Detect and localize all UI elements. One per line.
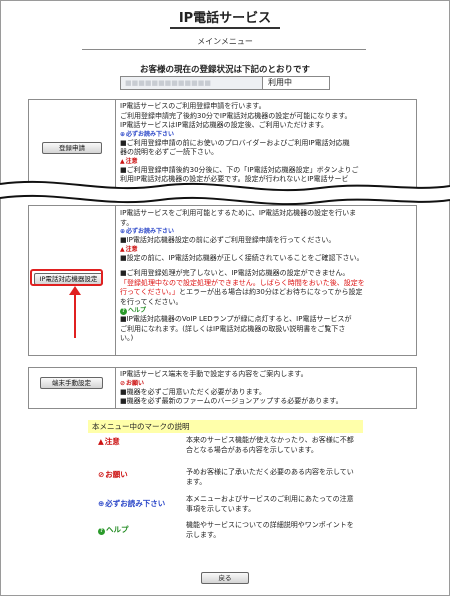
help-icon: ヘルプ [98,526,129,535]
legend-heading: 本メニュー中のマークの説明 [88,420,363,433]
device-line: い。) [120,334,134,342]
legend-row-warning: 注意 本来のサービス機能が使えなかったり、お客様に不都合となる場合がある内容を示… [88,436,363,468]
register-line: 器の説明を必ずご一読下さい。 [120,148,218,156]
manual-line: ■機器を必ずご用意いただく必要があります。 [120,387,266,396]
status-table: ■■■■■■■■■■■■■ 利用中 [120,76,330,90]
manual-description: IP電話サービス端末を手動で設定する内容をご案内します。 お願い ■機器を必ずご… [120,370,413,407]
register-line: ■ご利用登録申請後約30分後に、下の「IP電話対応機器設定」ボタンよりご [120,165,359,174]
register-button[interactable]: 登録申請 [42,142,102,154]
legend-description: 機能やサービスについての詳細説明やワンポイントを示します。 [186,521,354,539]
main-menu-label: メインメニュー [197,37,253,46]
warning-icon: 注意 [120,158,413,166]
legend-row-help: ヘルプ 機能やサービスについての詳細説明やワンポイントを示します。 [88,520,363,542]
header-divider [82,49,366,50]
manual-section: 端末手動設定 IP電話サービス端末を手動で設定する内容をご案内します。 お願い … [28,367,417,409]
help-icon: ヘルプ [120,307,413,315]
legend-row-request: お願い 予めお客様に了承いただく必要のある内容を示しています。 [88,468,363,491]
request-icon: お願い [98,471,128,479]
device-line: ■ご利用登録処理が完了しないと、IP電話対応機器の設定ができません。 [120,269,350,277]
device-description: IP電話サービスをご利用可能とするために、IP電話対応機器の設定を行いま す。 … [120,209,413,344]
legend-description: 予めお客様に了承いただく必要のある内容を示しています。 [186,468,354,486]
device-line: す。 [120,218,134,227]
mark-legend: 本メニュー中のマークの説明 注意 本来のサービス機能が使えなかったり、お客様に不… [88,420,363,546]
wave-break [0,180,450,206]
legend-description: 本来のサービス機能が使えなかったり、お客様に不都合となる場合がある内容を示してい… [186,436,354,454]
status-heading: お客様の現在の登録状況は下記のとおりです [139,65,310,75]
arrow-shaft [74,290,76,338]
error-message: 「登録処理中なので設定処理ができません。しばらく時間をおいた後、設定を [120,278,365,287]
register-line: IP電話サービスのご利用登録申請を行います。 [120,102,266,110]
device-line: ■IP電話対応機器設定の前に必ずご利用登録申請を行ってください。 [120,236,336,244]
device-line: ご利用になれます。(詳しくはIP電話対応機器の取扱い説明書をご覧下さ [120,324,346,333]
mustread-icon: 必ずお読み下さい [120,131,413,139]
manual-settings-button[interactable]: 端末手動設定 [40,377,103,389]
register-description: IP電話サービスのご利用登録申請を行います。 ご利用登録申請完了後約30分でIP… [120,102,413,185]
status-account-name: ■■■■■■■■■■■■■ [121,77,263,89]
warning-icon: 注意 [98,438,120,446]
warning-icon: 注意 [120,246,413,254]
service-title: IP電話サービス [170,7,280,29]
register-line: ■ご利用登録申請の前にお使いのプロバイダーおよびご利用IP電話対応機 [120,138,350,147]
device-line: IP電話サービスをご利用可能とするために、IP電話対応機器の設定を行いま [120,209,357,217]
register-line: IP電話サービスはIP電話対応機器の設定後、ご利用いただけます。 [120,121,328,129]
error-message: 行ってください。」 [120,288,179,296]
highlight-callout [30,269,103,286]
manual-line: ■機器を必ず最新のファームのバージョンアップする必要があります。 [120,397,343,405]
device-line: とエラーが出る場合は約30分ほどお待ちになってから設定 [178,288,363,296]
back-button[interactable]: 戻る [201,572,249,584]
status-value: 利用中 [268,78,292,87]
request-icon: お願い [120,380,413,388]
legend-description: 本メニューおよびサービスのご利用にあたっての注意事項を示しています。 [186,495,354,513]
mustread-icon: 必ずお読み下さい [120,228,413,236]
manual-line: IP電話サービス端末を手動で設定する内容をご案内します。 [120,370,308,378]
legend-row-mustread: 必ずお読み下さい 本メニューおよびサービスのご利用にあたっての注意事項を示してい… [88,494,363,516]
register-line: ご利用登録申請完了後約30分でIP電話対応機器の設定が可能になります。 [120,111,352,120]
device-line: ■IP電話対応機器のVoIP LEDランプが緑に点灯すると、IP電話サービスが [120,315,352,323]
mustread-icon: 必ずお読み下さい [98,500,165,508]
device-line: ■設定の前に、IP電話対応機器が正しく接続されていることをご確認下さい。 [120,253,364,262]
device-line: を行ってください。 [120,297,183,306]
